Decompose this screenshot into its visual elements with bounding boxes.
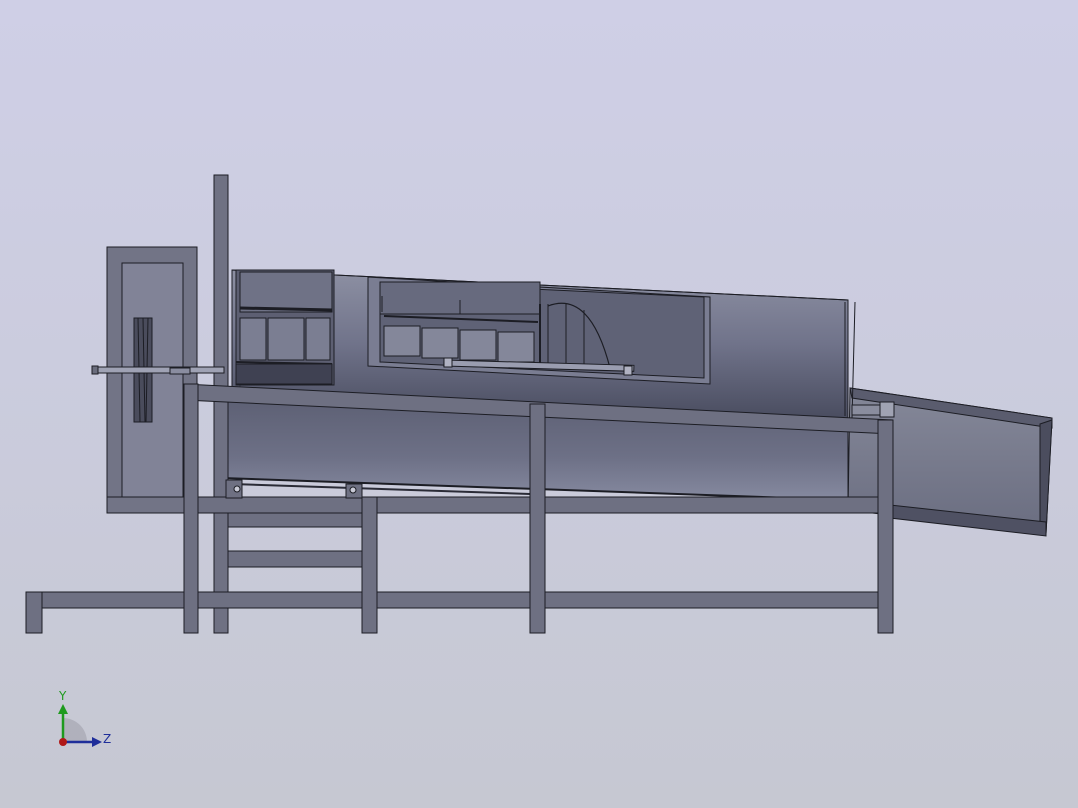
drive-shaft xyxy=(91,365,225,375)
machine-model[interactable] xyxy=(0,0,1078,808)
machine-geometry xyxy=(25,174,1053,634)
z-axis-label: Z xyxy=(103,732,111,746)
orientation-triad[interactable]: Y Z xyxy=(40,680,130,760)
cad-viewport[interactable]: Y Z xyxy=(0,0,1078,808)
x-axis-dot xyxy=(59,738,67,746)
triad-quadrant xyxy=(63,718,87,742)
y-axis-label: Y xyxy=(58,689,67,703)
vertical-post xyxy=(213,174,229,634)
